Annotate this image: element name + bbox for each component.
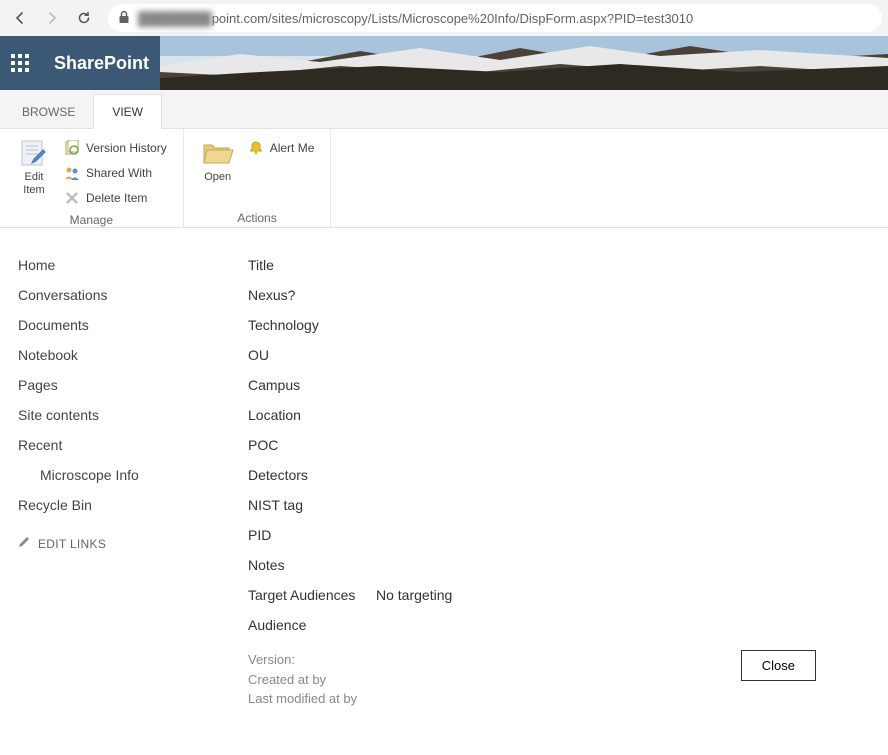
nav-conversations[interactable]: Conversations [18,280,190,310]
ribbon-group-manage: Edit Item Version History Shared With [0,129,184,227]
header-banner-image [160,36,888,90]
field-row-detectors: Detectors [248,460,876,490]
edit-item-button[interactable]: Edit Item [10,133,58,210]
field-label-pid: PID [248,527,376,543]
waffle-icon [11,54,29,72]
field-label-poc: POC [248,437,376,453]
tab-browse[interactable]: BROWSE [4,95,93,128]
sharepoint-header: SharePoint [0,36,888,90]
open-label: Open [204,171,231,184]
field-label-title: Title [248,257,376,273]
field-label-location: Location [248,407,376,423]
edit-item-icon [18,137,50,169]
nav-recent-header[interactable]: Recent [18,430,190,460]
nav-home[interactable]: Home [18,250,190,280]
field-row-location: Location [248,400,876,430]
close-button[interactable]: Close [741,650,816,681]
page-content: Home Conversations Documents Notebook Pa… [0,228,888,709]
field-row-title: Title [248,250,876,280]
item-display-form: Title Nexus? Technology OU Campus Locati… [200,250,888,709]
address-bar[interactable]: ████████ point.com/sites/microscopy/List… [108,4,882,32]
shared-with-button[interactable]: Shared With [58,160,173,185]
ribbon-group-actions-label: Actions [194,208,321,227]
field-label-nist-tag: NIST tag [248,497,376,513]
reload-button[interactable] [70,4,98,32]
version-history-button[interactable]: Version History [58,135,173,160]
open-button[interactable]: Open [194,133,242,208]
shared-with-icon [64,165,80,181]
app-launcher-button[interactable] [0,36,40,90]
browser-chrome: ████████ point.com/sites/microscopy/List… [0,0,888,36]
field-label-ou: OU [248,347,376,363]
field-label-nexus: Nexus? [248,287,376,303]
ribbon: Edit Item Version History Shared With [0,129,888,228]
field-label-campus: Campus [248,377,376,393]
field-value-target-audiences: No targeting [376,587,452,603]
edit-links-label: EDIT LINKS [38,537,106,551]
url-blurred-part: ████████ [138,11,212,26]
meta-created: Created at by [248,670,357,690]
app-title[interactable]: SharePoint [54,53,149,74]
delete-item-button[interactable]: Delete Item [58,185,173,210]
nav-recycle-bin[interactable]: Recycle Bin [18,490,190,520]
forward-button[interactable] [38,4,66,32]
nav-site-contents[interactable]: Site contents [18,400,190,430]
meta-version: Version: [248,650,357,670]
field-row-pid: PID [248,520,876,550]
folder-open-icon [202,137,234,169]
delete-icon [64,190,80,206]
field-row-campus: Campus [248,370,876,400]
field-row-ou: OU [248,340,876,370]
field-label-detectors: Detectors [248,467,376,483]
left-navigation: Home Conversations Documents Notebook Pa… [0,250,200,709]
field-row-technology: Technology [248,310,876,340]
nav-pages[interactable]: Pages [18,370,190,400]
nav-notebook[interactable]: Notebook [18,340,190,370]
shared-with-label: Shared With [86,166,152,180]
pencil-icon [18,536,30,551]
field-row-poc: POC [248,430,876,460]
url-text: point.com/sites/microscopy/Lists/Microsc… [212,11,694,26]
bell-icon [248,140,264,156]
delete-item-label: Delete Item [86,191,147,205]
version-history-icon [64,140,80,156]
tab-view[interactable]: VIEW [93,94,162,129]
field-label-technology: Technology [248,317,376,333]
reload-icon [76,10,92,26]
field-row-audience: Audience [248,610,876,640]
version-history-label: Version History [86,141,167,155]
alert-me-label: Alert Me [270,141,315,155]
alert-me-button[interactable]: Alert Me [242,135,321,160]
edit-links-button[interactable]: EDIT LINKS [18,520,190,551]
field-label-audience: Audience [248,617,376,633]
back-button[interactable] [6,4,34,32]
field-row-nist-tag: NIST tag [248,490,876,520]
nav-microscope-info[interactable]: Microscope Info [18,460,190,490]
lock-icon [118,10,130,27]
ribbon-group-manage-label: Manage [10,210,173,229]
field-label-target-audiences: Target Audiences [248,587,376,603]
item-metadata: Version: Created at by Last modified at … [248,650,876,709]
ribbon-tabs: BROWSE VIEW [0,90,888,129]
field-row-notes: Notes [248,550,876,580]
field-row-target-audiences: Target Audiences No targeting [248,580,876,610]
arrow-right-icon [44,10,60,26]
meta-modified: Last modified at by [248,689,357,709]
arrow-left-icon [12,10,28,26]
field-row-nexus: Nexus? [248,280,876,310]
field-label-notes: Notes [248,557,376,573]
nav-documents[interactable]: Documents [18,310,190,340]
ribbon-group-actions: Open Alert Me Actions [184,129,332,227]
edit-item-label: Edit Item [23,171,44,197]
